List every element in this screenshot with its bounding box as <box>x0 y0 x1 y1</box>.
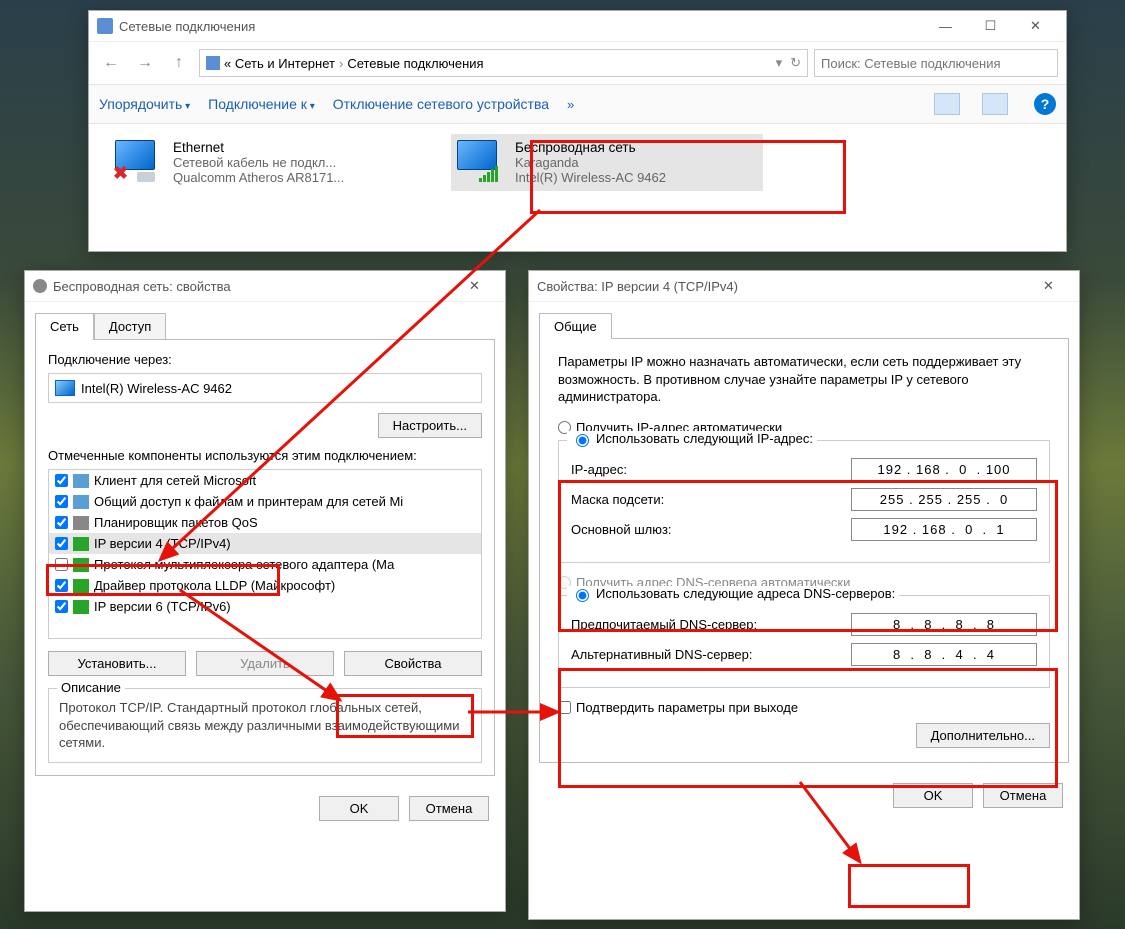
component-checkbox[interactable] <box>55 474 68 487</box>
protocol-icon <box>73 474 89 488</box>
dns1-input[interactable] <box>851 613 1037 636</box>
components-list[interactable]: Клиент для сетей MicrosoftОбщий доступ к… <box>48 469 482 639</box>
refresh-icon[interactable]: ↻ <box>790 55 801 71</box>
close-button[interactable]: ✕ <box>452 272 497 300</box>
component-item[interactable]: Драйвер протокола LLDP (Майкрософт) <box>49 575 481 596</box>
ok-button[interactable]: OK <box>893 783 973 808</box>
minimize-button[interactable]: — <box>923 12 968 40</box>
titlebar[interactable]: Беспроводная сеть: свойства ✕ <box>25 271 505 302</box>
properties-button[interactable]: Свойства <box>344 651 482 676</box>
titlebar[interactable]: Свойства: IP версии 4 (TCP/IPv4) ✕ <box>529 271 1079 302</box>
component-checkbox[interactable] <box>55 537 68 550</box>
component-item[interactable]: IP версии 4 (TCP/IPv4) <box>49 533 481 554</box>
window-title: Беспроводная сеть: свойства <box>53 279 452 294</box>
subnet-mask-input[interactable] <box>851 488 1037 511</box>
dns-group: Использовать следующие адреса DNS-сервер… <box>558 595 1050 688</box>
location-icon <box>206 56 220 70</box>
cancel-button[interactable]: Отмена <box>983 783 1063 808</box>
ok-button[interactable]: OK <box>319 796 399 821</box>
search-input[interactable] <box>814 49 1058 77</box>
connection-ethernet[interactable]: ✖ Ethernet Сетевой кабель не подкл... Qu… <box>109 134 421 191</box>
properties-icon <box>33 279 47 293</box>
ethernet-icon: ✖ <box>115 140 163 182</box>
up-button[interactable]: ↑ <box>165 49 193 77</box>
radio-manual-dns[interactable] <box>576 589 589 602</box>
close-button[interactable]: ✕ <box>1026 272 1071 300</box>
help-icon[interactable]: ? <box>1034 93 1056 115</box>
view-icon[interactable] <box>934 93 960 115</box>
component-checkbox[interactable] <box>55 495 68 508</box>
wireless-icon <box>457 140 505 182</box>
titlebar[interactable]: Сетевые подключения — ☐ ✕ <box>89 11 1066 42</box>
component-item[interactable]: Клиент для сетей Microsoft <box>49 470 481 491</box>
radio-manual-ip[interactable] <box>576 434 589 447</box>
network-icon <box>97 18 113 34</box>
component-checkbox[interactable] <box>55 516 68 529</box>
component-item[interactable]: Общий доступ к файлам и принтерам для се… <box>49 491 481 512</box>
view-icon-2[interactable] <box>982 93 1008 115</box>
component-item[interactable]: IP версии 6 (TCP/IPv6) <box>49 596 481 617</box>
component-item[interactable]: Протокол мультиплексора сетевого адаптер… <box>49 554 481 575</box>
protocol-icon <box>73 495 89 509</box>
protocol-icon <box>73 579 89 593</box>
configure-button[interactable]: Настроить... <box>378 413 482 438</box>
nic-icon <box>55 380 75 396</box>
component-checkbox[interactable] <box>55 558 68 571</box>
close-button[interactable]: ✕ <box>1013 12 1058 40</box>
cancel-button[interactable]: Отмена <box>409 796 489 821</box>
network-connections-window: Сетевые подключения — ☐ ✕ ← → ↑ « Сеть и… <box>88 10 1067 252</box>
protocol-icon <box>73 558 89 572</box>
ip-group: Использовать следующий IP-адрес: IP-адре… <box>558 440 1050 563</box>
dns2-input[interactable] <box>851 643 1037 666</box>
maximize-button[interactable]: ☐ <box>968 12 1013 40</box>
validate-checkbox[interactable] <box>558 701 571 714</box>
remove-button[interactable]: Удалить <box>196 651 334 676</box>
breadcrumb[interactable]: « Сеть и Интернет › Сетевые подключения … <box>199 49 808 77</box>
protocol-icon <box>73 537 89 551</box>
window-title: Свойства: IP версии 4 (TCP/IPv4) <box>537 279 1026 294</box>
adapter-properties-window: Беспроводная сеть: свойства ✕ Сеть Досту… <box>24 270 506 912</box>
ip-address-input[interactable] <box>851 458 1037 481</box>
adapter-box: Intel(R) Wireless-AC 9462 <box>48 373 482 403</box>
component-checkbox[interactable] <box>55 600 68 613</box>
forward-button[interactable]: → <box>131 49 159 77</box>
window-title: Сетевые подключения <box>119 19 923 34</box>
organize-menu[interactable]: Упорядочить <box>99 96 190 112</box>
tab-general[interactable]: Общие <box>539 313 612 339</box>
protocol-icon <box>73 516 89 530</box>
gateway-input[interactable] <box>851 518 1037 541</box>
back-button[interactable]: ← <box>97 49 125 77</box>
disable-device[interactable]: Отключение сетевого устройства <box>333 96 549 112</box>
component-item[interactable]: Планировщик пакетов QoS <box>49 512 481 533</box>
connection-wireless[interactable]: Беспроводная сеть Karaganda Intel(R) Wir… <box>451 134 763 191</box>
tab-network[interactable]: Сеть <box>35 313 94 340</box>
install-button[interactable]: Установить... <box>48 651 186 676</box>
ipv4-properties-window: Свойства: IP версии 4 (TCP/IPv4) ✕ Общие… <box>528 270 1080 920</box>
component-checkbox[interactable] <box>55 579 68 592</box>
protocol-icon <box>73 600 89 614</box>
tab-sharing[interactable]: Доступ <box>94 313 166 340</box>
advanced-button[interactable]: Дополнительно... <box>916 723 1050 748</box>
connect-menu[interactable]: Подключение к <box>208 96 315 112</box>
